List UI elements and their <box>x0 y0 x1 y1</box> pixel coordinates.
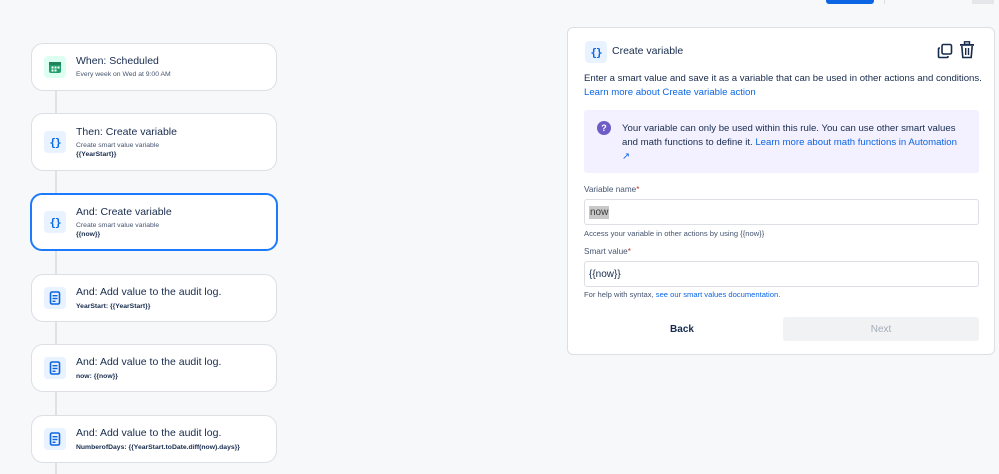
math-functions-link[interactable]: Learn more about math functions in Autom… <box>755 137 957 148</box>
question-icon: ? <box>597 121 611 135</box>
copy-icon[interactable] <box>937 43 953 59</box>
smart-values-docs-link[interactable]: see our smart values documentation <box>656 290 778 299</box>
learn-more-link[interactable]: Learn more about Create variable action <box>584 87 756 98</box>
step-title: And: Add value to the audit log. <box>76 355 222 368</box>
step-card-audit-log-numberofdays[interactable]: And: Add value to the audit log. Numbero… <box>31 415 277 463</box>
braces-icon: {} <box>44 211 66 233</box>
trigger-card-scheduled[interactable]: When: Scheduled Every week on Wed at 9:0… <box>31 43 277 91</box>
smart-value-help: For help with syntax, see our smart valu… <box>584 290 780 299</box>
document-icon <box>44 357 66 379</box>
document-icon <box>44 428 66 450</box>
panel-title: Create variable <box>612 45 684 57</box>
step-card-create-variable-now[interactable]: {} And: Create variable Create smart val… <box>30 193 278 251</box>
back-button[interactable]: Back <box>584 317 780 341</box>
step-title: And: Add value to the audit log. <box>76 285 222 298</box>
panel-description: Enter a smart value and save it as a var… <box>584 72 984 100</box>
top-primary-button[interactable] <box>826 0 874 4</box>
variable-name-field[interactable]: now <box>584 199 979 225</box>
required-mark: * <box>627 247 631 256</box>
required-mark: * <box>636 185 640 194</box>
variable-name-label: Variable name* <box>584 185 639 194</box>
document-icon <box>44 287 66 309</box>
top-more-button[interactable] <box>972 0 994 4</box>
step-title: And: Create variable <box>76 205 172 218</box>
step-subtitle: Create smart value variable <box>76 221 160 229</box>
external-link-icon[interactable]: ↗ <box>622 151 630 162</box>
smart-value-help-suffix: . <box>778 290 781 299</box>
trigger-title: When: Scheduled <box>76 55 159 67</box>
smart-value-value: {{now}} <box>589 268 621 280</box>
step-title: And: Add value to the audit log. <box>76 426 222 439</box>
trigger-subtitle: Every week on Wed at 9:00 AM <box>76 71 171 78</box>
smart-value-help-text: For help with syntax, <box>584 290 654 299</box>
step-value: now: {{now}} <box>76 372 118 380</box>
step-value: YearStart: {{YearStart}} <box>76 302 151 310</box>
braces-icon: {} <box>44 131 66 153</box>
top-divider <box>884 0 885 4</box>
next-button[interactable]: Next <box>783 317 979 341</box>
smart-value-label-text: Smart value <box>584 247 628 256</box>
braces-icon: {} <box>585 41 607 63</box>
description-text: Enter a smart value and save it as a var… <box>584 73 982 84</box>
info-notice: ? Your variable can only be used within … <box>584 110 979 173</box>
step-title: Then: Create variable <box>76 125 177 138</box>
step-card-audit-log-yearstart[interactable]: And: Add value to the audit log. YearSta… <box>31 274 277 322</box>
step-value: NumberofDays: {{YearStart.toDate.diff(no… <box>76 443 240 451</box>
step-value: {{YearStart}} <box>76 150 117 158</box>
variable-name-help: Access your variable in other actions by… <box>584 229 765 238</box>
smart-value-field[interactable]: {{now}} <box>584 261 979 287</box>
create-variable-panel: {} Create variable Enter a smart value a… <box>567 27 995 355</box>
smart-value-label: Smart value* <box>584 247 631 256</box>
step-value: {{now}} <box>76 230 101 238</box>
step-subtitle: Create smart value variable <box>76 141 160 149</box>
step-card-create-variable-yearstart[interactable]: {} Then: Create variable Create smart va… <box>31 113 277 171</box>
variable-name-label-text: Variable name <box>584 185 637 194</box>
calendar-icon <box>44 56 66 78</box>
variable-name-value: now <box>589 205 610 219</box>
trash-icon[interactable] <box>959 41 975 59</box>
step-card-audit-log-now[interactable]: And: Add value to the audit log. now: {{… <box>31 344 277 392</box>
